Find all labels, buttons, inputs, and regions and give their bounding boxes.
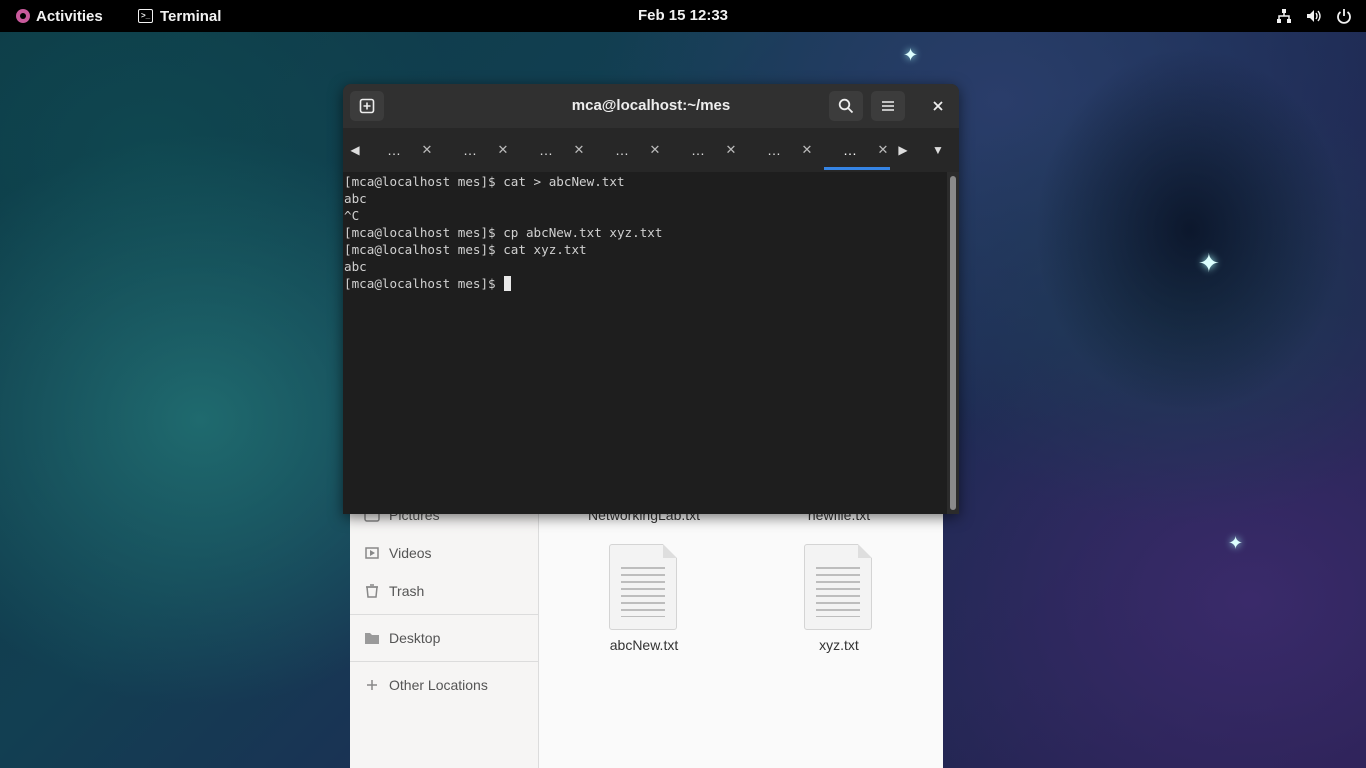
sidebar-item-trash[interactable]: Trash <box>364 579 424 603</box>
tab[interactable]: … ✕ <box>675 128 741 172</box>
folder-icon <box>365 633 379 644</box>
tab-active[interactable]: … ✕ <box>827 128 893 172</box>
videos-icon <box>365 547 379 559</box>
activities-label: Activities <box>36 7 103 25</box>
tab[interactable]: … ✕ <box>751 128 817 172</box>
new-tab-button[interactable] <box>350 91 384 121</box>
tab-label: … <box>691 142 705 158</box>
tab[interactable]: … ✕ <box>523 128 589 172</box>
search-icon <box>838 98 854 114</box>
file-label[interactable]: xyz.txt <box>759 637 919 653</box>
menu-button[interactable] <box>871 91 905 121</box>
app-menu-label: Terminal <box>160 7 222 25</box>
terminal-window: mca@localhost:~/mes ◀ … ✕ … ✕ … ✕ … ✕ … … <box>343 84 959 514</box>
files-sidebar: Pictures Videos Trash Desktop Other Loca… <box>350 500 539 768</box>
star-decoration: ✦ <box>903 45 919 65</box>
tab-close-icon[interactable]: ✕ <box>723 128 739 172</box>
close-window-button[interactable] <box>923 91 953 121</box>
terminal-line: abc <box>344 191 367 206</box>
tab-label: … <box>539 142 553 158</box>
terminal-headerbar: mca@localhost:~/mes <box>343 84 959 128</box>
clock[interactable]: Feb 15 12:33 <box>638 7 728 24</box>
tab-label: … <box>843 142 857 158</box>
files-window: Pictures Videos Trash Desktop Other Loca… <box>350 500 943 768</box>
terminal-line: [mca@localhost mes]$ cp abcNew.txt xyz.t… <box>344 225 663 240</box>
system-tray[interactable] <box>1276 0 1352 32</box>
text-file-icon[interactable] <box>804 544 872 630</box>
window-title: mca@localhost:~/mes <box>571 97 731 114</box>
tab-close-icon[interactable]: ✕ <box>495 128 511 172</box>
tab[interactable]: … ✕ <box>599 128 665 172</box>
sidebar-item-desktop[interactable]: Desktop <box>364 626 440 650</box>
tab[interactable]: … ✕ <box>447 128 513 172</box>
power-icon <box>1337 9 1351 24</box>
text-cursor <box>504 276 512 291</box>
app-menu-terminal[interactable]: >_ Terminal <box>138 0 221 32</box>
tab-close-icon[interactable]: ✕ <box>647 128 663 172</box>
terminal-line: [mca@localhost mes]$ cat > abcNew.txt <box>344 174 625 189</box>
terminal-line: ^C <box>344 208 360 223</box>
scrollbar-thumb[interactable] <box>950 176 956 510</box>
tab-label: … <box>767 142 781 158</box>
terminal-output: [mca@localhost mes]$ cat > abcNew.txt ab… <box>344 173 662 292</box>
star-decoration: ✦ <box>1198 248 1220 278</box>
sidebar-item-label: Desktop <box>389 630 441 646</box>
sidebar-divider <box>350 614 538 615</box>
terminal-prompt: [mca@localhost mes]$ <box>344 276 504 291</box>
sidebar-item-label: Trash <box>389 583 425 599</box>
fedora-logo-icon <box>16 9 30 23</box>
volume-icon <box>1307 10 1321 22</box>
tab-bar: ◀ … ✕ … ✕ … ✕ … ✕ … ✕ … ✕ … ✕ ▶ ▼ <box>343 128 959 173</box>
tab-label: … <box>387 142 401 158</box>
network-icon <box>1277 9 1291 23</box>
tab-close-icon[interactable]: ✕ <box>419 128 435 172</box>
sidebar-item-videos[interactable]: Videos <box>364 541 432 565</box>
terminal-content[interactable]: [mca@localhost mes]$ cat > abcNew.txt ab… <box>343 172 947 514</box>
tab[interactable]: … ✕ <box>371 128 437 172</box>
tab-label: … <box>615 142 629 158</box>
star-decoration: ✦ <box>1228 533 1244 553</box>
sidebar-item-other-locations[interactable]: Other Locations <box>364 673 488 697</box>
terminal-line: abc <box>344 259 367 274</box>
active-tab-indicator <box>824 167 890 170</box>
tab-close-icon[interactable]: ✕ <box>571 128 587 172</box>
tab-list-dropdown-icon[interactable]: ▼ <box>930 128 946 172</box>
trash-icon <box>366 584 378 598</box>
new-tab-icon <box>359 98 375 114</box>
file-label[interactable]: abcNew.txt <box>564 637 724 653</box>
hamburger-menu-icon <box>882 101 894 111</box>
sidebar-item-label: Other Locations <box>389 677 488 693</box>
tab-label: … <box>463 142 477 158</box>
terminal-line: [mca@localhost mes]$ cat xyz.txt <box>344 242 587 257</box>
activities-button[interactable]: Activities <box>16 0 103 32</box>
terminal-icon: >_ <box>138 9 153 23</box>
sidebar-divider <box>350 661 538 662</box>
text-file-icon[interactable] <box>609 544 677 630</box>
tab-close-icon[interactable]: ✕ <box>799 128 815 172</box>
scroll-tabs-right-icon[interactable]: ▶ <box>895 128 911 172</box>
close-icon <box>933 101 943 111</box>
sidebar-item-label: Videos <box>389 545 432 561</box>
terminal-scrollbar[interactable] <box>947 172 959 514</box>
plus-icon <box>367 680 377 690</box>
search-button[interactable] <box>829 91 863 121</box>
scroll-tabs-left-icon[interactable]: ◀ <box>347 128 363 172</box>
tab-close-icon[interactable]: ✕ <box>875 128 891 172</box>
top-bar: Activities >_ Terminal Feb 15 12:33 <box>0 0 1366 32</box>
